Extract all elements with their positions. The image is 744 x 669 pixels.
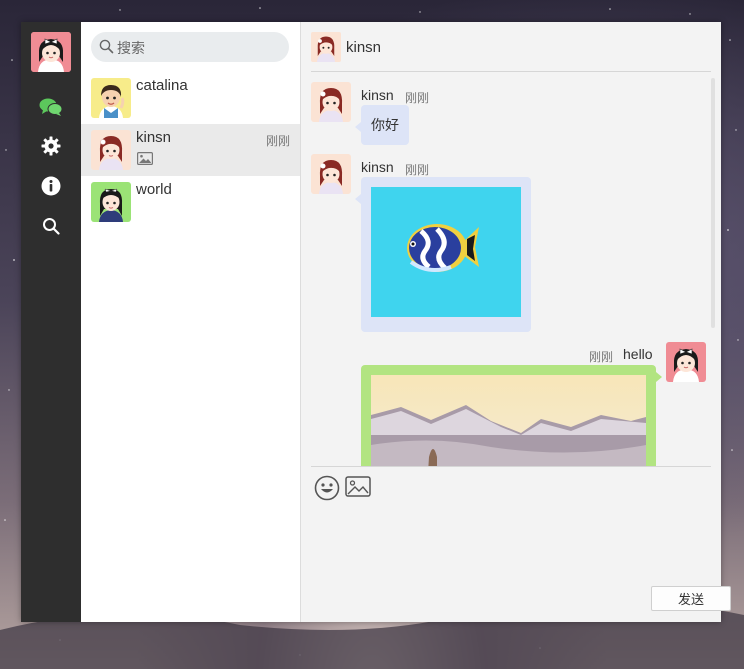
gear-icon[interactable] bbox=[39, 134, 63, 158]
chat-icon[interactable] bbox=[39, 95, 63, 119]
search-input[interactable] bbox=[115, 37, 279, 59]
chat-title: kinsn bbox=[346, 39, 382, 56]
image-message-bubble bbox=[361, 365, 656, 466]
message-time: 刚刚 bbox=[405, 163, 430, 177]
emoji-icon[interactable] bbox=[314, 475, 340, 501]
message-bubble: 你好 bbox=[361, 105, 409, 145]
message-time: 刚刚 bbox=[405, 91, 430, 105]
avatar bbox=[91, 130, 131, 170]
image-icon bbox=[137, 152, 154, 170]
search-icon[interactable] bbox=[39, 214, 63, 238]
conversation-name: catalina bbox=[136, 77, 188, 94]
message-time: 刚刚 bbox=[589, 350, 614, 364]
conversation-name: world bbox=[136, 181, 172, 198]
fish-image[interactable] bbox=[371, 187, 521, 317]
conversation-item-catalina[interactable]: catalina bbox=[81, 72, 300, 124]
composer bbox=[311, 466, 711, 501]
conversation-time: 刚刚 bbox=[265, 134, 290, 148]
bubble-tail bbox=[656, 372, 662, 382]
avatar bbox=[91, 182, 131, 222]
avatar[interactable] bbox=[311, 82, 351, 122]
image-icon[interactable] bbox=[345, 476, 371, 502]
scrollbar[interactable] bbox=[711, 78, 715, 328]
conversation-item-kinsn[interactable]: kinsn 刚刚 bbox=[81, 124, 300, 176]
chat-pane: kinsn kinsn 刚刚 你好 kinsn 刚刚 hello 刚刚 发送 bbox=[301, 22, 731, 622]
avatar[interactable] bbox=[311, 154, 351, 194]
chat-header: kinsn bbox=[311, 22, 711, 72]
conversation-item-world[interactable]: world bbox=[81, 176, 300, 228]
avatar bbox=[91, 78, 131, 118]
side-nav bbox=[21, 22, 81, 622]
conversation-list: catalina kinsn 刚刚 bbox=[81, 22, 301, 622]
mountain-image[interactable] bbox=[371, 375, 646, 466]
search-icon bbox=[99, 39, 114, 54]
message-sender: kinsn bbox=[361, 87, 394, 103]
message-sender: kinsn bbox=[361, 159, 394, 175]
conversation-name: kinsn bbox=[136, 129, 172, 146]
send-button[interactable]: 发送 bbox=[651, 586, 731, 611]
avatar bbox=[311, 32, 341, 62]
info-icon[interactable] bbox=[39, 174, 63, 198]
chat-window: catalina kinsn 刚刚 bbox=[21, 22, 731, 622]
my-avatar[interactable] bbox=[666, 342, 706, 382]
my-avatar[interactable] bbox=[31, 32, 71, 72]
message-sender: hello bbox=[623, 346, 653, 362]
search-box bbox=[91, 32, 289, 62]
image-message-bubble bbox=[361, 177, 531, 332]
message-list[interactable]: kinsn 刚刚 你好 kinsn 刚刚 hello 刚刚 bbox=[301, 72, 721, 466]
